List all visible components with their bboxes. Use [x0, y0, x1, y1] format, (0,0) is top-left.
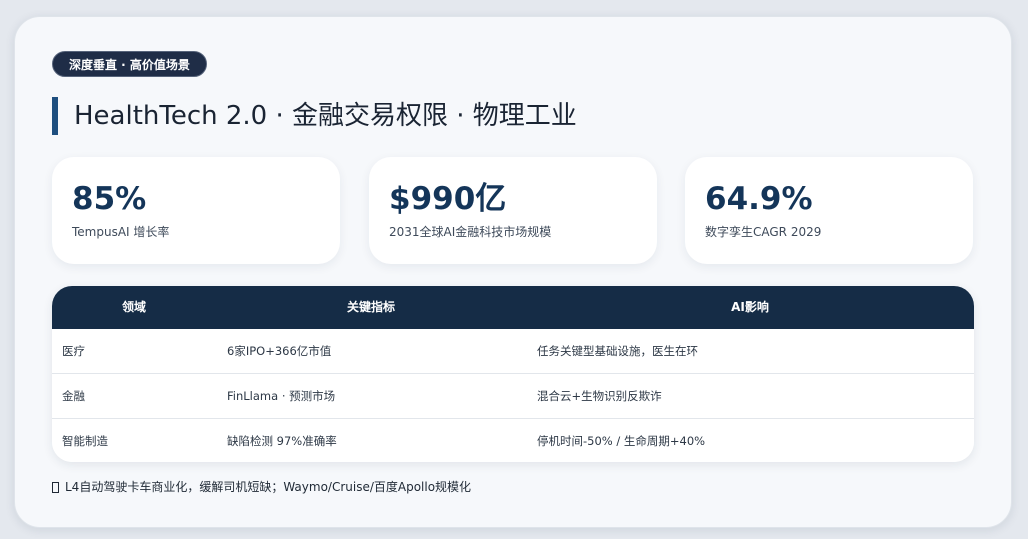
stat-label: 2031全球AI金融科技市场规模	[389, 225, 552, 239]
header-domain: 领域	[121, 300, 146, 314]
stat-card-growth: 85% TempusAI 增长率	[52, 157, 340, 264]
stat-card-market-size: $990亿 2031全球AI金融科技市场规模	[369, 157, 657, 264]
stat-value: 64.9%	[705, 181, 813, 217]
footnote: L4自动驾驶卡车商业化，缓解司机短缺；Waymo/Cruise/百度Apollo…	[52, 478, 471, 496]
table-row: 医疗 6家IPO+366亿市值 任务关键型基础设施，医生在环	[52, 329, 974, 374]
table-header: 领域 关键指标 AI影响	[52, 286, 974, 329]
title-accent-bar	[52, 97, 58, 135]
cell-domain: 医疗	[62, 344, 85, 358]
stat-label: TempusAI 增长率	[72, 225, 170, 239]
category-badge: 深度垂直 · 高价值场景	[52, 51, 207, 77]
slide-card: 深度垂直 · 高价值场景 HealthTech 2.0 · 金融交易权限 · 物…	[14, 16, 1012, 528]
sector-table: 领域 关键指标 AI影响 医疗 6家IPO+366亿市值 任务关键型基础设施，医…	[52, 286, 974, 462]
page-title: HealthTech 2.0 · 金融交易权限 · 物理工业	[74, 101, 577, 131]
cell-domain: 金融	[62, 389, 85, 403]
cell-metric: FinLlama · 预测市场	[227, 389, 336, 403]
cell-metric: 6家IPO+366亿市值	[227, 344, 332, 358]
cell-impact: 任务关键型基础设施，医生在环	[537, 344, 698, 358]
header-impact: AI影响	[731, 300, 769, 314]
table-row: 智能制造 缺陷检测 97%准确率 停机时间-50% / 生命周期+40%	[52, 419, 974, 462]
stat-card-cagr: 64.9% 数字孪生CAGR 2029	[685, 157, 973, 264]
cell-impact: 停机时间-50% / 生命周期+40%	[537, 434, 706, 448]
truck-icon	[52, 481, 59, 493]
cell-metric: 缺陷检测 97%准确率	[227, 434, 337, 448]
cell-domain: 智能制造	[62, 434, 108, 448]
stat-value: 85%	[72, 181, 147, 217]
stat-label: 数字孪生CAGR 2029	[705, 225, 822, 239]
header-metric: 关键指标	[346, 300, 395, 314]
stat-value: $990亿	[389, 181, 507, 217]
cell-impact: 混合云+生物识别反欺诈	[537, 389, 662, 403]
footnote-text: L4自动驾驶卡车商业化，缓解司机短缺；Waymo/Cruise/百度Apollo…	[65, 480, 472, 494]
table-row: 金融 FinLlama · 预测市场 混合云+生物识别反欺诈	[52, 374, 974, 419]
